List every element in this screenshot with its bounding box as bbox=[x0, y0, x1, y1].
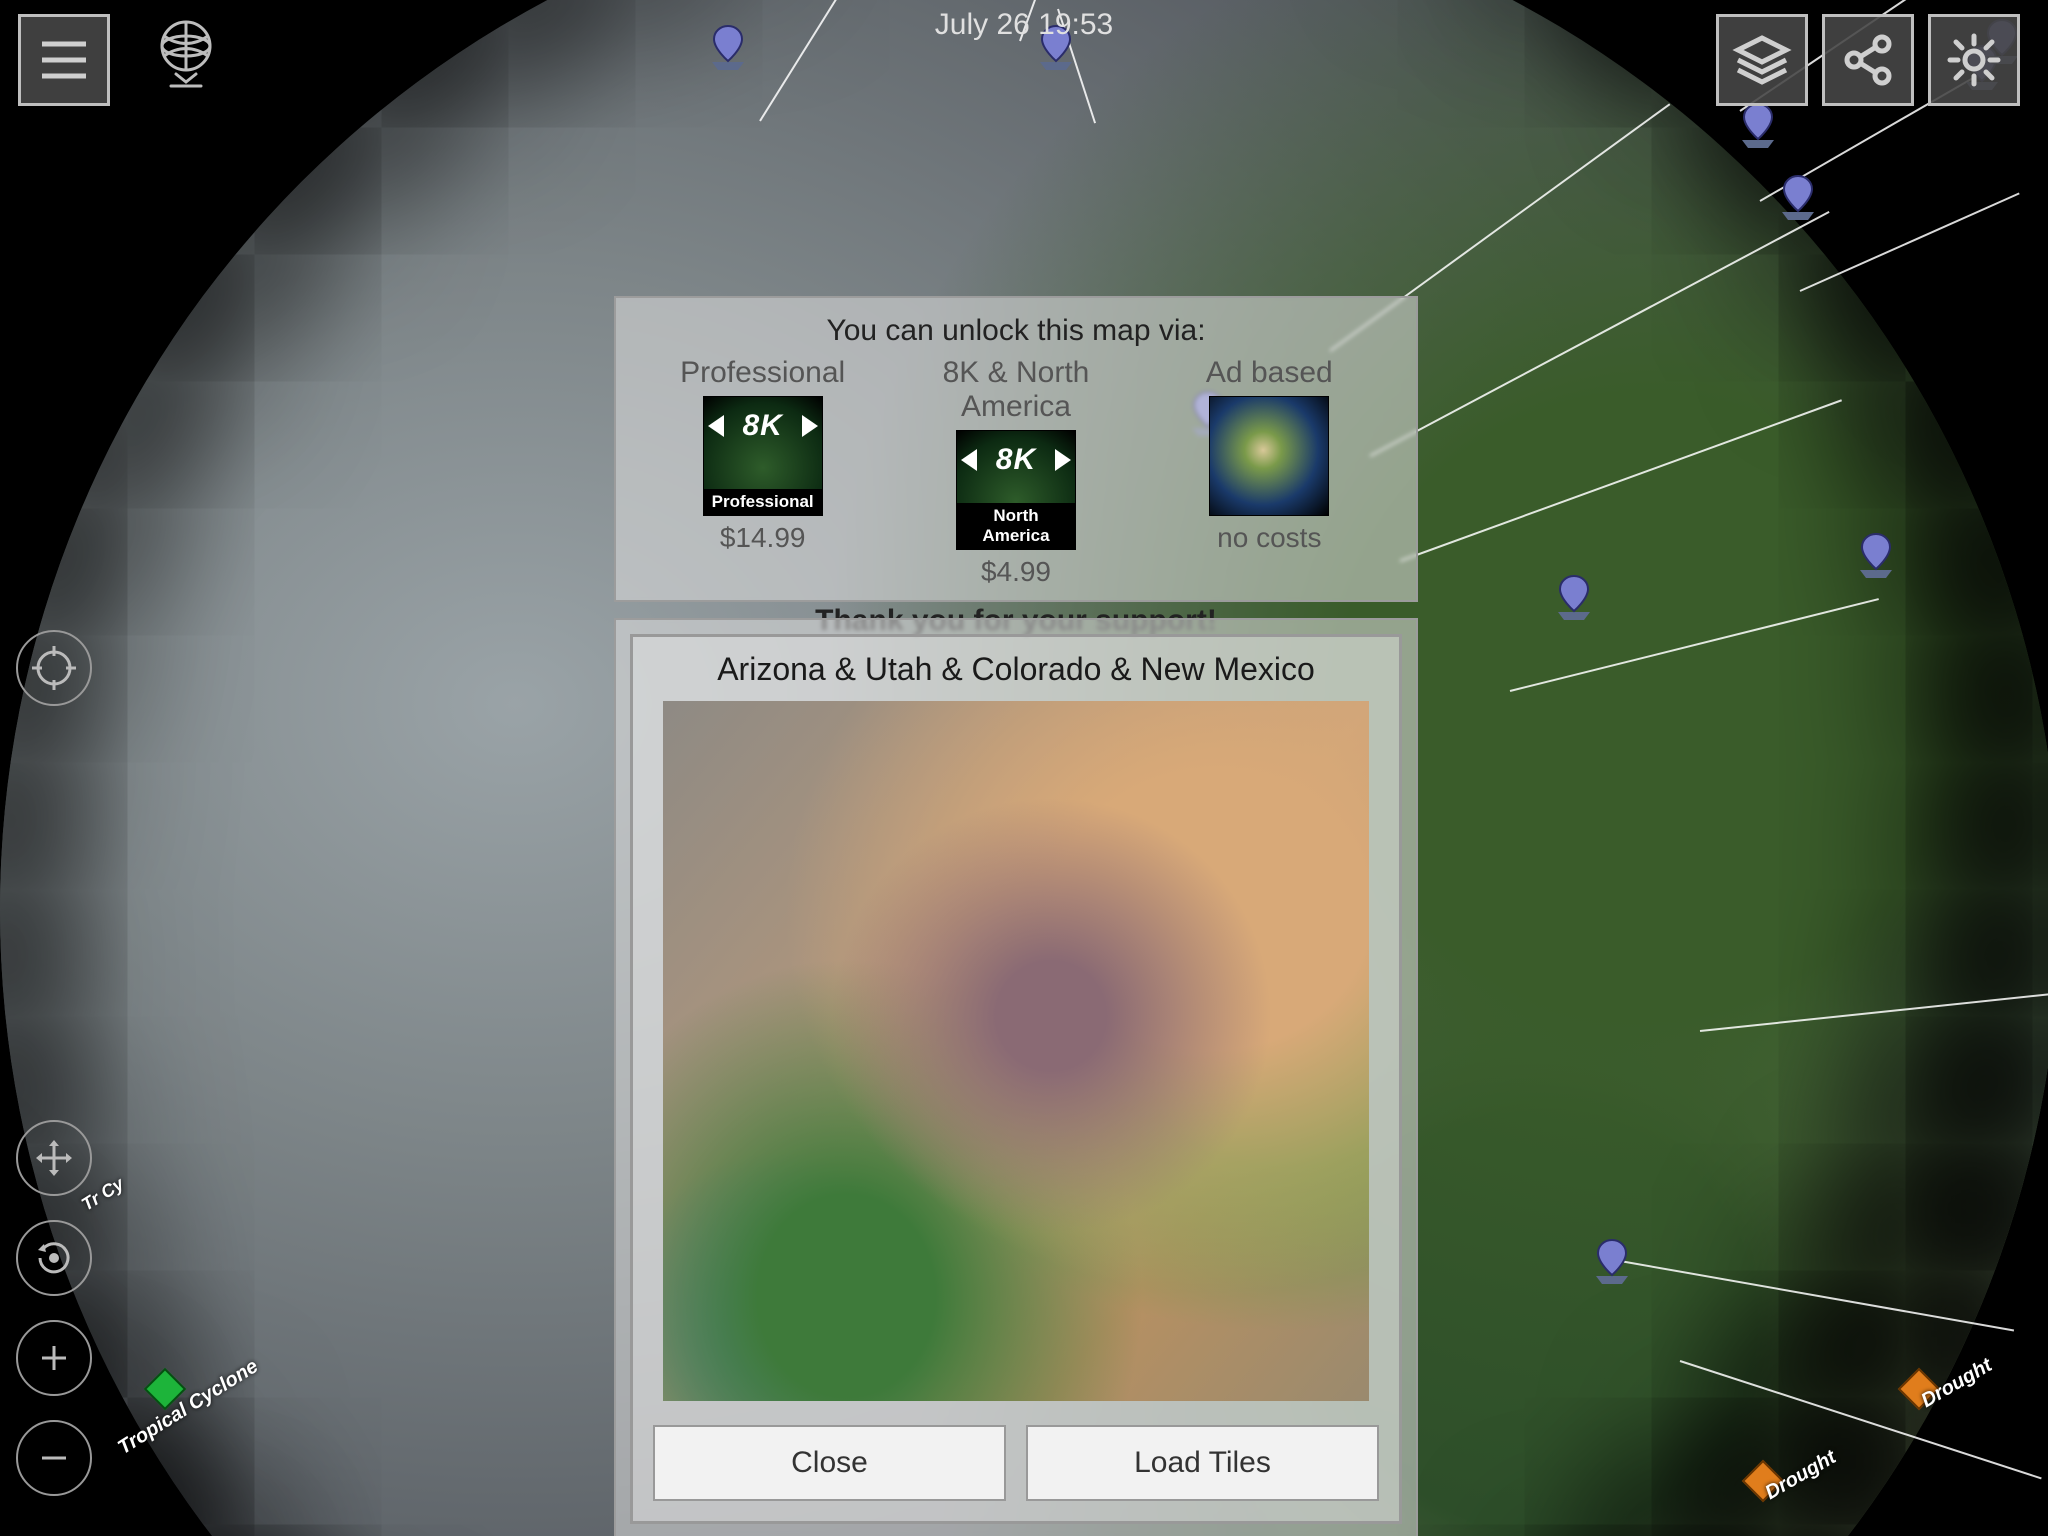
preview-inner: Arizona & Utah & Colorado & New Mexico C… bbox=[630, 634, 1402, 1524]
unlock-header: You can unlock this map via: bbox=[616, 314, 1416, 348]
map-pin[interactable] bbox=[1552, 572, 1596, 620]
crosshair-icon bbox=[32, 646, 76, 690]
zoom-out-button[interactable] bbox=[16, 1420, 92, 1496]
map-pin[interactable] bbox=[1590, 1236, 1634, 1284]
layers-button[interactable] bbox=[1716, 14, 1808, 106]
settings-button[interactable] bbox=[1928, 14, 2020, 106]
unlock-option-professional[interactable]: Professional 8K Professional $14.99 bbox=[643, 356, 883, 588]
map-pin[interactable] bbox=[1854, 530, 1898, 578]
rotate-icon bbox=[32, 1236, 76, 1280]
map-pin[interactable] bbox=[706, 22, 750, 70]
unlock-option-name: 8K & North America bbox=[896, 356, 1136, 424]
unlock-panel: You can unlock this map via: Professiona… bbox=[614, 296, 1418, 602]
unlock-option-price: $4.99 bbox=[896, 556, 1136, 588]
load-tiles-button[interactable]: Load Tiles bbox=[1026, 1425, 1379, 1501]
rotate-button[interactable] bbox=[16, 1220, 92, 1296]
minus-icon bbox=[32, 1436, 76, 1480]
close-button[interactable]: Close bbox=[653, 1425, 1006, 1501]
unlock-option-thumb: 8K North America bbox=[956, 430, 1076, 550]
app-stage: Tropical Cyclone Tr Cy Drought Drought J… bbox=[0, 0, 2048, 1536]
time-label: July 26 19:53 bbox=[935, 8, 1113, 42]
locate-button[interactable] bbox=[16, 630, 92, 706]
pin-leader bbox=[1800, 192, 2020, 291]
unlock-option-thumb: 8K Professional bbox=[703, 396, 823, 516]
plus-icon bbox=[32, 1336, 76, 1380]
share-button[interactable] bbox=[1822, 14, 1914, 106]
map-pin[interactable] bbox=[1776, 172, 1820, 220]
layers-icon bbox=[1732, 30, 1792, 90]
preview-title: Arizona & Utah & Colorado & New Mexico bbox=[633, 651, 1399, 688]
map-pin[interactable] bbox=[1736, 100, 1780, 148]
globe-mode-button[interactable] bbox=[146, 14, 226, 94]
pan-button[interactable] bbox=[16, 1120, 92, 1196]
preview-panel: Arizona & Utah & Colorado & New Mexico C… bbox=[614, 618, 1418, 1536]
menu-icon bbox=[34, 30, 94, 90]
unlock-option-price: $14.99 bbox=[643, 522, 883, 554]
unlock-option-price: no costs bbox=[1149, 522, 1389, 554]
unlock-option-name: Ad based bbox=[1149, 356, 1389, 390]
preview-map-image bbox=[663, 701, 1369, 1401]
menu-button[interactable] bbox=[18, 14, 110, 106]
unlock-option-thumb bbox=[1209, 396, 1329, 516]
zoom-in-button[interactable] bbox=[16, 1320, 92, 1396]
share-icon bbox=[1838, 30, 1898, 90]
unlock-option-ad-based[interactable]: Ad based no costs bbox=[1149, 356, 1389, 588]
unlock-option-name: Professional bbox=[643, 356, 883, 390]
globe-mode-icon bbox=[146, 14, 226, 94]
unlock-option-8k-north-america[interactable]: 8K & North America 8K North America $4.9… bbox=[896, 356, 1136, 588]
gear-icon bbox=[1944, 30, 2004, 90]
move-icon bbox=[32, 1136, 76, 1180]
